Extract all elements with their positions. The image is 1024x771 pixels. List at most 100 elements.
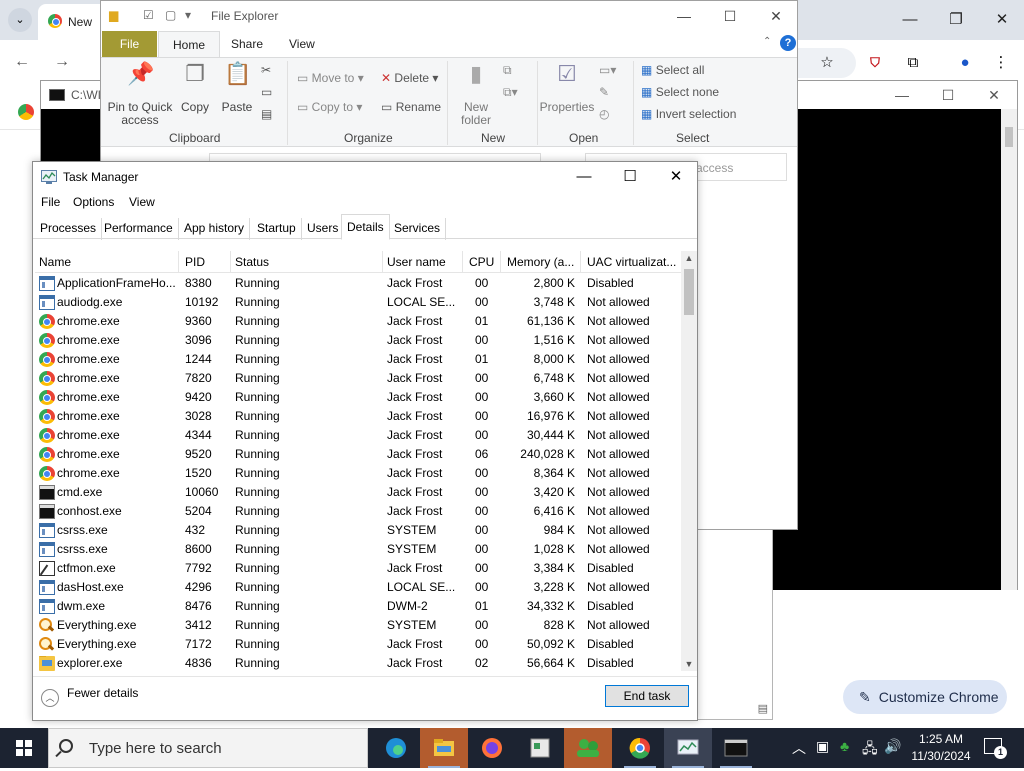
tab-details[interactable]: Details [341, 214, 390, 240]
explorer-close-button[interactable]: ✕ [753, 3, 799, 29]
ublock-icon[interactable]: ⛉ [862, 50, 888, 76]
tray-device-icon[interactable]: ▣ [816, 738, 829, 755]
new-folder-quick-icon[interactable]: ▢ [165, 8, 176, 22]
table-row[interactable]: chrome.exe 3028 Running Jack Frost 00 16,976 … [35, 407, 681, 426]
tm-maximize-button[interactable]: ☐ [607, 164, 653, 190]
col-user-name[interactable]: User name [383, 251, 463, 273]
notepad-taskbar-button[interactable] [516, 728, 564, 768]
col-cpu[interactable]: CPU [465, 251, 501, 273]
tab-file[interactable]: File [102, 31, 157, 57]
scroll-up-icon[interactable]: ▲ [681, 253, 697, 263]
table-row[interactable]: dasHost.exe 4296 Running LOCAL SE... 00 3,228… [35, 578, 681, 597]
col-name[interactable]: Name [35, 251, 179, 273]
chrome-restore-button[interactable]: ❐ [936, 6, 976, 34]
profile-icon[interactable]: ● [952, 50, 978, 76]
easy-access-icon[interactable]: ⧉▾ [503, 85, 518, 100]
back-icon[interactable]: ← [10, 50, 34, 74]
explorer-minimize-button[interactable]: — [661, 3, 707, 29]
rename-button[interactable]: ▭ Rename [381, 100, 441, 114]
history-icon[interactable]: ◴ [599, 107, 609, 121]
chrome-taskbar-button[interactable] [616, 728, 664, 768]
table-row[interactable]: csrss.exe 8600 Running SYSTEM 00 1,028 K Not a… [35, 540, 681, 559]
tab-view[interactable]: View [275, 31, 329, 57]
details-scrollbar[interactable]: ▲ ▼ [681, 251, 697, 671]
table-row[interactable]: cmd.exe 10060 Running Jack Frost 00 3,420 K No… [35, 483, 681, 502]
tray-overflow-icon[interactable]: ︿ [792, 738, 806, 758]
fewer-details-button[interactable]: ︿ Fewer details [41, 686, 138, 707]
table-row[interactable]: chrome.exe 9360 Running Jack Frost 01 61,136 … [35, 312, 681, 331]
chrome-bookmark-icon[interactable] [18, 104, 34, 120]
table-row[interactable]: ctfmon.exe 7792 Running Jack Frost 00 3,384 K… [35, 559, 681, 578]
copy-to-button[interactable]: ▭ Copy to ▾ [297, 100, 362, 114]
tray-people-icon[interactable]: ♣ [840, 738, 849, 754]
ribbon-collapse-icon[interactable]: ⌃ [763, 36, 771, 47]
extensions-icon[interactable]: ⧉ [900, 50, 926, 76]
table-row[interactable]: chrome.exe 1244 Running Jack Frost 01 8,000 K… [35, 350, 681, 369]
table-row[interactable]: chrome.exe 9520 Running Jack Frost 06 240,028… [35, 445, 681, 464]
select-all-button[interactable]: ▦ Select all [641, 63, 704, 77]
notifications-icon[interactable]: 1 [984, 738, 1007, 759]
explorer-maximize-button[interactable]: ☐ [707, 3, 753, 29]
task-manager-taskbar-button[interactable] [664, 728, 712, 768]
start-button[interactable] [0, 728, 48, 768]
table-row[interactable]: explorer.exe 4836 Running Jack Frost 02 56,66… [35, 654, 681, 671]
tab-startup[interactable]: Startup [252, 218, 302, 240]
tab-services[interactable]: Services [389, 218, 447, 240]
explorer-help-icon[interactable]: ? [780, 35, 796, 51]
cmd-taskbar-button[interactable] [712, 728, 760, 768]
tab-performance[interactable]: Performance [99, 218, 179, 240]
chrome-close-button[interactable]: ✕ [982, 6, 1022, 34]
copy-path-icon[interactable]: ▭ [261, 85, 272, 99]
cmd-scrollbar[interactable] [1001, 109, 1017, 590]
properties-quick-icon[interactable]: ☑ [143, 8, 154, 22]
table-row[interactable]: Everything.exe 7172 Running Jack Frost 00 50,… [35, 635, 681, 654]
menu-view[interactable]: View [129, 195, 155, 209]
table-row[interactable]: conhost.exe 5204 Running Jack Frost 00 6,416 … [35, 502, 681, 521]
chrome-menu-icon[interactable]: ⋮ [988, 50, 1014, 76]
tm-minimize-button[interactable]: — [561, 164, 607, 190]
col-pid[interactable]: PID [181, 251, 231, 273]
delete-button[interactable]: ✕ Delete ▾ [381, 71, 438, 85]
view-toggle-icon[interactable]: ▤ [758, 702, 768, 715]
table-row[interactable]: audiodg.exe 10192 Running LOCAL SE... 00 3,74… [35, 293, 681, 312]
tab-processes[interactable]: Processes [35, 218, 103, 240]
table-row[interactable]: csrss.exe 432 Running SYSTEM 00 984 K Not allo… [35, 521, 681, 540]
people-app-taskbar-button[interactable] [564, 728, 612, 768]
tab-search-button[interactable]: ⌄ [8, 8, 32, 32]
tm-close-button[interactable]: ✕ [653, 164, 699, 190]
table-row[interactable]: chrome.exe 1520 Running Jack Frost 00 8,364 K… [35, 464, 681, 483]
details-scroll-thumb[interactable] [684, 269, 694, 315]
file-explorer-taskbar-button[interactable] [420, 728, 468, 768]
move-to-button[interactable]: ▭ Move to ▾ [297, 71, 364, 85]
explorer-title-bar[interactable]: ▆ ☑ ▢ ▾ File Explorer — ☐ ✕ [101, 1, 797, 31]
firefox-taskbar-button[interactable] [468, 728, 516, 768]
col-memory[interactable]: Memory (a... [503, 251, 581, 273]
paste-shortcut-icon[interactable]: ▤ [261, 107, 272, 121]
cmd-scroll-thumb[interactable] [1005, 127, 1013, 147]
taskbar-clock[interactable]: 1:25 AM 11/30/2024 [906, 731, 976, 765]
new-folder-button[interactable]: ▮ New folder [453, 63, 499, 127]
menu-file[interactable]: File [41, 195, 60, 209]
open-icon[interactable]: ▭▾ [599, 63, 616, 77]
forward-icon[interactable]: → [50, 50, 74, 74]
cmd-minimize-button[interactable]: — [879, 83, 925, 107]
new-item-icon[interactable]: ⧉ [503, 63, 512, 78]
tab-users[interactable]: Users [302, 218, 345, 240]
properties-button[interactable]: ☑ Properties [539, 63, 595, 114]
scroll-down-icon[interactable]: ▼ [681, 659, 697, 669]
tab-share[interactable]: Share [217, 31, 277, 57]
tab-home[interactable]: Home [158, 31, 221, 57]
table-row[interactable]: chrome.exe 7820 Running Jack Frost 00 6,748 K… [35, 369, 681, 388]
table-row[interactable]: dwm.exe 8476 Running DWM-2 01 34,332 K Disable… [35, 597, 681, 616]
tm-title-bar[interactable]: Task Manager — ☐ ✕ [33, 162, 697, 192]
pin-to-quick-access-button[interactable]: 📌 Pin to Quick access [107, 63, 173, 127]
paste-button[interactable]: 📋 Paste [217, 63, 257, 114]
customize-quick-access-icon[interactable]: ▾ [185, 8, 191, 22]
table-row[interactable]: Everything.exe 3412 Running SYSTEM 00 828 K No… [35, 616, 681, 635]
cut-icon[interactable]: ✂ [261, 63, 271, 77]
table-row[interactable]: ApplicationFrameHo... 8380 Running Jack Fro… [35, 274, 681, 293]
chrome-minimize-button[interactable]: — [890, 6, 930, 34]
select-none-button[interactable]: ▦ Select none [641, 85, 719, 99]
tab-app-history[interactable]: App history [179, 218, 251, 240]
chrome-tab-new[interactable]: New [38, 4, 108, 40]
